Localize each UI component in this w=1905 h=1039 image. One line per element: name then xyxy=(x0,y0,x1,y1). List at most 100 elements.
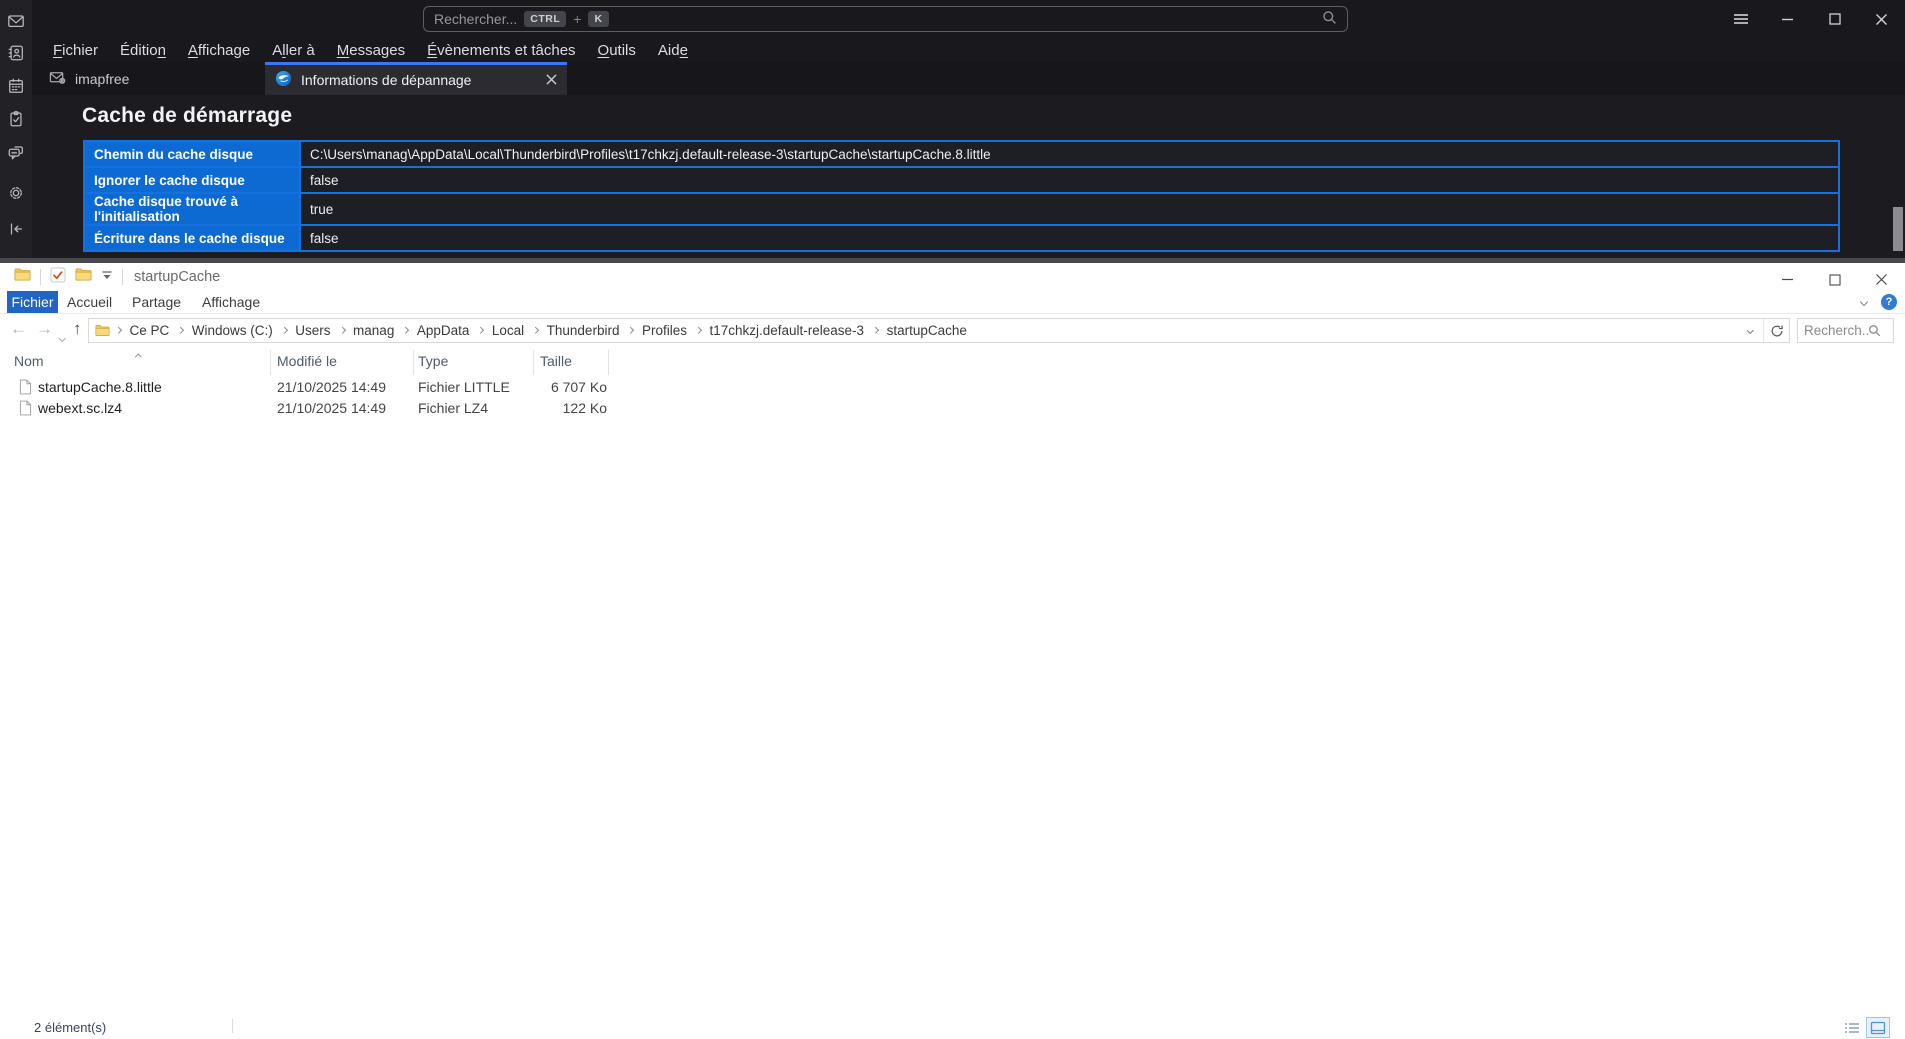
breadcrumb-manag[interactable]: manag xyxy=(344,323,403,338)
collapse-sidebar-icon[interactable] xyxy=(7,220,25,238)
location-folder-icon xyxy=(89,324,110,337)
breadcrumb-users[interactable]: Users xyxy=(286,323,339,338)
global-search-bar[interactable]: Rechercher... CTRL + K xyxy=(423,6,1348,32)
breadcrumb-appdata[interactable]: AppData xyxy=(408,323,479,338)
row-value: false xyxy=(299,224,1840,252)
column-headers: Nom Modifié le Type Taille xyxy=(0,350,1905,376)
row-label: Chemin du cache disque xyxy=(83,140,301,168)
window-title: startupCache xyxy=(134,269,221,285)
breadcrumb-ce-pc[interactable]: Ce PC xyxy=(121,323,179,338)
ribbon-tab-accueil[interactable]: Accueil xyxy=(67,291,112,313)
file-row-startupcache[interactable]: startupCache.8.little 21/10/2025 14:49 F… xyxy=(0,377,1905,398)
page-title: Cache de démarrage xyxy=(82,104,293,127)
ribbon-tab-affichage[interactable]: Affichage xyxy=(202,291,260,313)
minimize-ribbon-icon[interactable] xyxy=(1859,297,1869,307)
address-book-icon[interactable] xyxy=(7,44,25,62)
menu-aller-a[interactable]: Aller à xyxy=(261,40,326,61)
row-value: false xyxy=(299,166,1840,194)
breadcrumb-profiles[interactable]: Profiles xyxy=(633,323,696,338)
tab-imapfree[interactable]: imapfree xyxy=(40,62,270,95)
settings-gear-icon[interactable] xyxy=(7,184,25,202)
chat-icon[interactable] xyxy=(7,143,25,161)
search-input[interactable] xyxy=(1804,323,1868,338)
column-header-modifie[interactable]: Modifié le xyxy=(277,353,337,369)
file-modified: 21/10/2025 14:49 xyxy=(277,400,386,416)
tab-close-icon[interactable] xyxy=(546,72,557,88)
address-dropdown-icon[interactable] xyxy=(1737,319,1763,342)
file-size: 122 Ko xyxy=(562,400,607,416)
mail-space-icon[interactable] xyxy=(7,12,25,30)
breadcrumb-startupcache[interactable]: startupCache xyxy=(878,323,976,338)
startup-cache-table: Chemin du cache disque C:\Users\manag\Ap… xyxy=(83,140,1840,252)
table-row: Ignorer le cache disque false xyxy=(83,166,1840,194)
details-view-icon[interactable] xyxy=(1841,1018,1863,1037)
app-menu-button[interactable] xyxy=(1717,0,1764,38)
status-bar: 2 élément(s) xyxy=(0,1016,1905,1039)
menu-fichier[interactable]: Fichier xyxy=(42,40,109,61)
file-icon xyxy=(19,400,32,419)
customize-toolbar-icon[interactable] xyxy=(101,268,113,286)
item-count: 2 élément(s) xyxy=(34,1020,107,1035)
menu-affichage[interactable]: Affichage xyxy=(177,40,261,61)
row-value: C:\Users\manag\AppData\Local\Thunderbird… xyxy=(299,140,1840,168)
search-placeholder: Rechercher... xyxy=(434,11,518,27)
breadcrumb-thunderbird[interactable]: Thunderbird xyxy=(538,323,629,338)
file-size: 6 707 Ko xyxy=(550,379,607,395)
qat-folder-icon[interactable] xyxy=(75,267,92,287)
up-icon[interactable]: ↑ xyxy=(73,317,82,341)
sort-ascending-icon xyxy=(135,346,142,362)
address-bar[interactable]: Ce PC Windows (C:) Users manag AppData L… xyxy=(88,318,1790,343)
screen: Rechercher... CTRL + K Fichier Édition A… xyxy=(0,0,1905,1039)
refresh-icon[interactable] xyxy=(1763,319,1789,342)
menu-messages[interactable]: Messages xyxy=(326,40,416,61)
row-label: Écriture dans le cache disque xyxy=(83,224,301,252)
tab-label: Informations de dépannage xyxy=(301,72,472,88)
menu-edition[interactable]: Édition xyxy=(109,40,177,61)
troubleshooting-page: Cache de démarrage Chemin du cache disqu… xyxy=(32,95,1905,258)
help-icon[interactable]: ? xyxy=(1881,294,1897,310)
spaces-toolbar xyxy=(0,0,32,258)
explorer-folder-icon xyxy=(14,267,31,287)
table-row: Écriture dans le cache disque false xyxy=(83,224,1840,252)
tab-bar: imapfree Informations de dépannage xyxy=(32,62,1905,95)
qat-check-icon[interactable] xyxy=(50,267,66,288)
plus-sign: + xyxy=(573,11,582,27)
close-button[interactable] xyxy=(1858,0,1905,38)
menu-aide[interactable]: Aide xyxy=(647,40,699,61)
ribbon-tab-partage[interactable]: Partage xyxy=(132,291,181,313)
large-icons-view-icon[interactable] xyxy=(1866,1017,1890,1038)
column-header-type[interactable]: Type xyxy=(418,353,448,369)
maximize-button[interactable] xyxy=(1811,0,1858,38)
file-type: Fichier LZ4 xyxy=(418,400,489,416)
column-header-nom[interactable]: Nom xyxy=(14,353,44,369)
file-name: startupCache.8.little xyxy=(38,379,162,395)
breadcrumb-local[interactable]: Local xyxy=(483,323,533,338)
menu-evenements[interactable]: Évènements et tâches xyxy=(416,40,586,61)
tab-label: imapfree xyxy=(75,70,130,87)
ribbon-tab-fichier[interactable]: Fichier xyxy=(7,291,58,313)
breadcrumb-windows-c[interactable]: Windows (C:) xyxy=(183,323,282,338)
tab-troubleshooting[interactable]: Informations de dépannage xyxy=(265,62,567,95)
recent-locations-icon[interactable] xyxy=(59,327,66,345)
k-key-badge: K xyxy=(588,11,609,27)
separator xyxy=(40,269,41,285)
breadcrumb-profile-folder[interactable]: t17chkzj.default-release-3 xyxy=(700,323,873,338)
scrollbar-thumb[interactable] xyxy=(1893,207,1903,251)
menu-outils[interactable]: Outils xyxy=(587,40,647,61)
explorer-search[interactable] xyxy=(1797,318,1894,343)
minimize-button[interactable] xyxy=(1764,0,1811,38)
menubar: Fichier Édition Affichage Aller à Messag… xyxy=(32,38,1905,62)
search-icon xyxy=(1322,10,1337,28)
separator xyxy=(232,1019,233,1033)
table-row: Cache disque trouvé à l'initialisation t… xyxy=(83,192,1840,226)
forward-icon[interactable]: → xyxy=(36,317,53,341)
column-header-taille[interactable]: Taille xyxy=(540,353,572,369)
tasks-icon[interactable] xyxy=(7,110,25,128)
explorer-window: startupCache Fichier Accueil Partage Aff… xyxy=(0,263,1905,1039)
separator xyxy=(122,269,123,285)
calendar-icon[interactable] xyxy=(7,77,25,95)
row-value: true xyxy=(299,192,1840,226)
ribbon-tabs: Fichier Accueil Partage Affichage ? xyxy=(0,291,1905,314)
file-row-webext[interactable]: webext.sc.lz4 21/10/2025 14:49 Fichier L… xyxy=(0,398,1905,419)
back-icon[interactable]: ← xyxy=(10,317,27,341)
